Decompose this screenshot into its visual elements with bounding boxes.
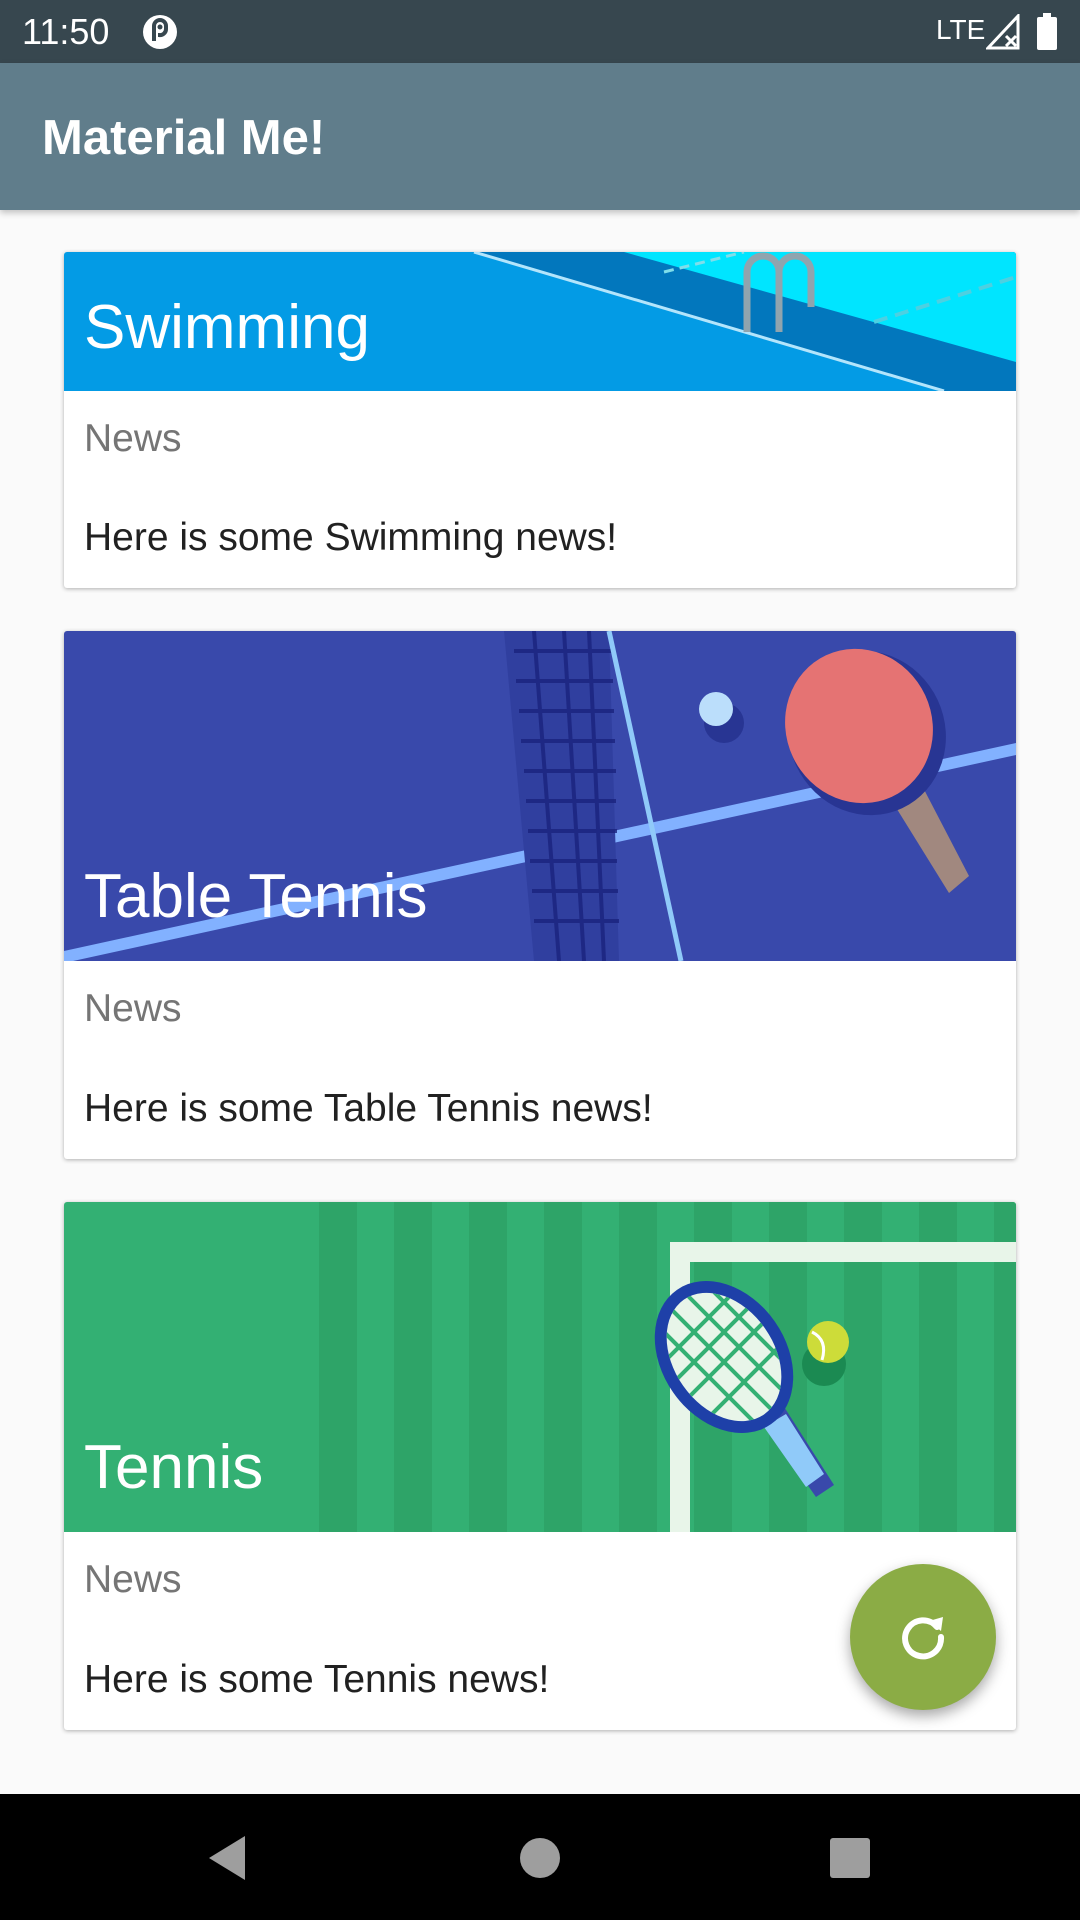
recents-icon[interactable] bbox=[826, 1834, 874, 1882]
back-icon[interactable] bbox=[205, 1834, 253, 1882]
status-time: 11:50 bbox=[22, 11, 110, 52]
card-info: Here is some Tennis news! bbox=[84, 1658, 550, 1701]
app-bar: Material Me! bbox=[0, 63, 1080, 210]
sport-card-table-tennis[interactable]: Table Tennis News Here is some Table Ten… bbox=[64, 631, 1016, 1159]
card-title: Tennis bbox=[84, 1433, 264, 1502]
card-title: Swimming bbox=[84, 293, 370, 362]
network-type-label: LTE bbox=[936, 14, 986, 45]
system-nav-bar bbox=[0, 1794, 1080, 1920]
refresh-fab[interactable] bbox=[850, 1564, 996, 1710]
app-title: Material Me! bbox=[42, 111, 326, 165]
card-info: Here is some Swimming news! bbox=[84, 516, 618, 559]
status-bar: 11:50 LTE bbox=[0, 0, 1080, 63]
card-subtitle: News bbox=[84, 1558, 182, 1601]
home-icon[interactable] bbox=[516, 1834, 564, 1882]
card-info: Here is some Table Tennis news! bbox=[84, 1087, 653, 1130]
signal-icon bbox=[986, 14, 1020, 50]
card-subtitle: News bbox=[84, 987, 182, 1030]
card-subtitle: News bbox=[84, 417, 182, 460]
battery-icon bbox=[1037, 13, 1057, 50]
app-notification-icon bbox=[143, 15, 177, 49]
card-title: Table Tennis bbox=[84, 862, 428, 931]
sport-card-swimming[interactable]: Swimming News Here is some Swimming news… bbox=[64, 252, 1016, 588]
refresh-icon bbox=[902, 1617, 945, 1660]
